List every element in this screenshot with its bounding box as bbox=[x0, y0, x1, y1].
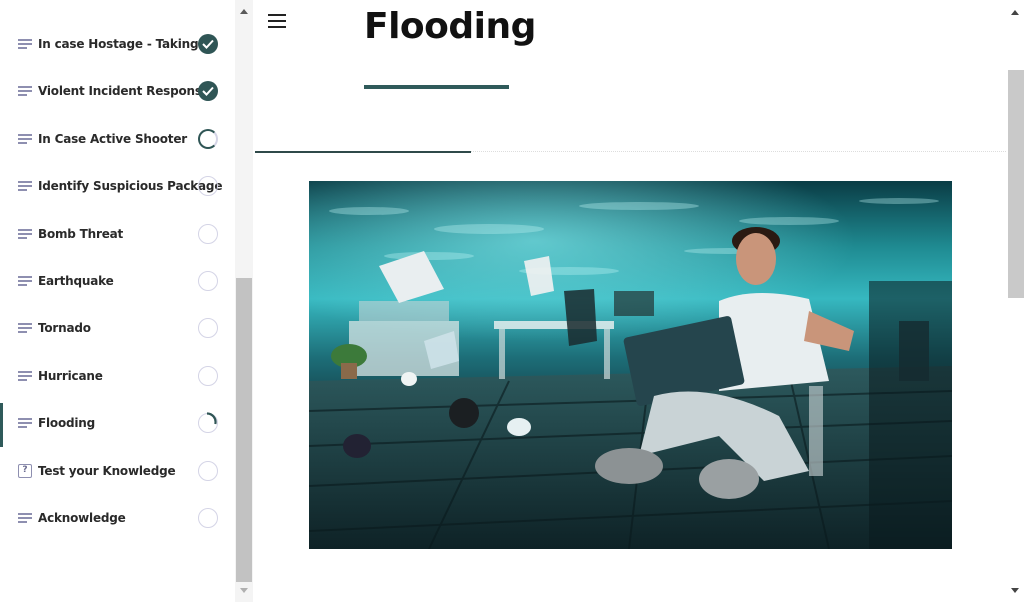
lesson-title: Acknowledge bbox=[38, 511, 126, 525]
lesson-item[interactable]: In case Hostage - Taking bbox=[0, 24, 235, 64]
lesson-title: Bomb Threat bbox=[38, 227, 124, 241]
lesson-progress-bar bbox=[255, 151, 471, 153]
lesson-lines-icon bbox=[18, 513, 32, 523]
started-ring-icon bbox=[198, 412, 218, 433]
lesson-lines-icon bbox=[18, 276, 32, 286]
not-started-ring-icon bbox=[198, 461, 218, 481]
lesson-item[interactable]: Violent Incident Response bbox=[0, 71, 235, 111]
lesson-item[interactable]: ? Test your Knowledge bbox=[0, 451, 235, 491]
not-started-ring-icon bbox=[198, 508, 218, 528]
scroll-up-arrow-icon[interactable] bbox=[1011, 10, 1019, 15]
lesson-lines-icon bbox=[18, 39, 32, 49]
not-started-ring-icon bbox=[198, 366, 218, 386]
not-started-ring-icon bbox=[198, 176, 218, 196]
lesson-item[interactable]: Hurricane bbox=[0, 356, 235, 396]
in-progress-ring-icon bbox=[198, 129, 218, 149]
lesson-content: Flooding bbox=[253, 0, 1006, 602]
scroll-down-arrow-icon[interactable] bbox=[240, 588, 248, 593]
sidebar-scroll-thumb[interactable] bbox=[236, 278, 252, 582]
quiz-icon: ? bbox=[18, 464, 32, 478]
completed-check-icon bbox=[198, 81, 218, 101]
lesson-title: Identify Suspicious Package bbox=[38, 179, 223, 193]
lesson-item[interactable]: Earthquake bbox=[0, 261, 235, 301]
lesson-sidebar: In case Hostage - Taking Violent Incident… bbox=[0, 0, 235, 602]
lesson-item[interactable]: Identify Suspicious Package bbox=[0, 166, 235, 206]
lesson-item[interactable]: Bomb Threat bbox=[0, 214, 235, 254]
scroll-down-arrow-icon[interactable] bbox=[1011, 588, 1019, 593]
lesson-progress-track bbox=[471, 151, 1006, 152]
page-title: Flooding bbox=[364, 6, 536, 47]
lesson-item[interactable]: Acknowledge bbox=[0, 498, 235, 538]
lesson-item[interactable]: Tornado bbox=[0, 308, 235, 348]
lesson-title: Tornado bbox=[38, 321, 91, 335]
hamburger-menu-icon[interactable] bbox=[268, 14, 286, 28]
lesson-lines-icon bbox=[18, 323, 32, 333]
lesson-title: Hurricane bbox=[38, 369, 103, 383]
lesson-title: Flooding bbox=[38, 416, 96, 430]
lesson-lines-icon bbox=[18, 134, 32, 144]
not-started-ring-icon bbox=[198, 224, 218, 244]
not-started-ring-icon bbox=[198, 271, 218, 291]
lesson-title: Test your Knowledge bbox=[38, 464, 176, 478]
content-scroll-thumb[interactable] bbox=[1008, 70, 1024, 298]
lesson-lines-icon bbox=[18, 181, 32, 191]
hero-image bbox=[309, 181, 952, 549]
lesson-lines-icon bbox=[18, 418, 32, 428]
content-scrollbar[interactable] bbox=[1006, 0, 1024, 602]
lesson-item[interactable]: In Case Active Shooter bbox=[0, 119, 235, 159]
lesson-title: In case Hostage - Taking bbox=[38, 37, 199, 51]
scroll-up-arrow-icon[interactable] bbox=[240, 9, 248, 14]
lesson-lines-icon bbox=[18, 229, 32, 239]
not-started-ring-icon bbox=[198, 318, 218, 338]
lesson-lines-icon bbox=[18, 371, 32, 381]
lesson-title: Violent Incident Response bbox=[38, 84, 210, 98]
lesson-title: In Case Active Shooter bbox=[38, 132, 188, 146]
completed-check-icon bbox=[198, 34, 218, 54]
lesson-lines-icon bbox=[18, 86, 32, 96]
lesson-item[interactable]: Flooding bbox=[0, 403, 235, 447]
title-underline bbox=[364, 85, 509, 89]
sidebar-scrollbar[interactable] bbox=[235, 0, 253, 602]
lesson-title: Earthquake bbox=[38, 274, 114, 288]
